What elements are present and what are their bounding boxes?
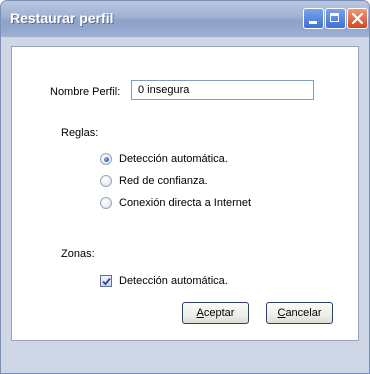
close-icon[interactable] — [347, 8, 368, 29]
cancel-label-rest: ancelar — [285, 307, 322, 319]
cancel-button[interactable]: Cancelar — [266, 302, 333, 324]
zone-auto-detect-label: Detección automática. — [119, 275, 228, 287]
radio-unselected-icon[interactable] — [100, 197, 112, 209]
maximize-icon[interactable] — [325, 8, 346, 29]
checkbox-checked-icon[interactable] — [100, 275, 112, 287]
accept-button[interactable]: Aceptar — [182, 302, 249, 324]
rule-option-direct-internet[interactable]: Conexión directa a Internet — [100, 197, 260, 211]
dialog-window: Restaurar perfil Nombre Perfil: Reglas: … — [0, 0, 370, 374]
title-bar[interactable]: Restaurar perfil — [1, 1, 369, 37]
dialog-panel: Nombre Perfil: Reglas: Detección automát… — [11, 46, 359, 341]
zones-label: Zonas: — [61, 248, 95, 260]
radio-unselected-icon[interactable] — [100, 175, 112, 187]
dialog-title: Restaurar perfil — [10, 10, 114, 26]
accept-accelerator: A — [196, 307, 204, 319]
profile-name-input[interactable] — [131, 80, 314, 100]
minimize-icon[interactable] — [303, 8, 324, 29]
rule-option-label: Conexión directa a Internet — [119, 197, 252, 209]
rule-option-label: Detección automática. — [119, 153, 228, 165]
rule-option-trusted-network[interactable]: Red de confianza. — [100, 175, 220, 189]
rule-option-label: Red de confianza. — [119, 175, 208, 187]
profile-name-label: Nombre Perfil: — [50, 86, 121, 98]
zone-auto-detect-checkbox[interactable]: Detección automática. — [100, 275, 240, 289]
accept-label-rest: ceptar — [203, 307, 235, 319]
rule-option-auto-detect[interactable]: Detección automática. — [100, 153, 240, 167]
rules-label: Reglas: — [61, 127, 99, 139]
radio-selected-icon[interactable] — [100, 153, 112, 165]
